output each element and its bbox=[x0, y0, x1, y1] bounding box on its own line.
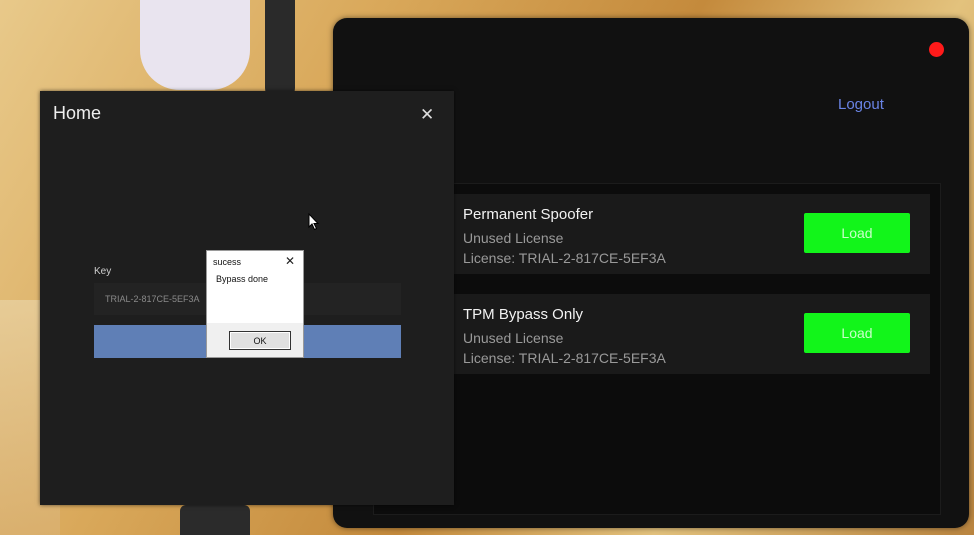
product-name: TPM Bypass Only bbox=[463, 306, 584, 323]
product-license: License: TRIAL-2-817CE-5EF3A bbox=[463, 350, 666, 366]
background-character-hair bbox=[265, 0, 295, 100]
background-character-body bbox=[140, 0, 250, 90]
logout-link[interactable]: Logout bbox=[838, 96, 884, 113]
message-box-title: sucess bbox=[213, 257, 242, 267]
ok-button[interactable]: OK bbox=[229, 331, 291, 350]
message-box-titlebar: sucess ✕ bbox=[207, 251, 303, 273]
message-box-dialog: sucess ✕ Bypass done OK bbox=[206, 250, 304, 358]
background-character-feet bbox=[180, 505, 250, 535]
red-circle-close-icon[interactable] bbox=[929, 42, 944, 57]
mouse-pointer-icon bbox=[308, 213, 320, 231]
close-icon[interactable]: ✕ bbox=[420, 105, 434, 125]
load-button-permanent-spoofer[interactable]: Load bbox=[804, 213, 910, 253]
load-button-tpm-bypass[interactable]: Load bbox=[804, 313, 910, 353]
key-label: Key bbox=[94, 266, 112, 277]
product-status: Unused License bbox=[463, 330, 564, 346]
message-box-message: Bypass done bbox=[216, 274, 269, 284]
products-panel: Permanent Spoofer Unused License License… bbox=[373, 183, 941, 515]
product-license: License: TRIAL-2-817CE-5EF3A bbox=[463, 250, 666, 266]
product-status: Unused License bbox=[463, 230, 564, 246]
product-name: Permanent Spoofer bbox=[463, 206, 594, 223]
product-card-tpm-bypass: TPM Bypass Only Unused License License: … bbox=[374, 294, 930, 374]
message-box-footer: OK bbox=[207, 323, 303, 357]
close-icon[interactable]: ✕ bbox=[285, 254, 295, 268]
product-card-permanent-spoofer: Permanent Spoofer Unused License License… bbox=[374, 194, 930, 274]
home-window-title: Home bbox=[53, 103, 102, 123]
